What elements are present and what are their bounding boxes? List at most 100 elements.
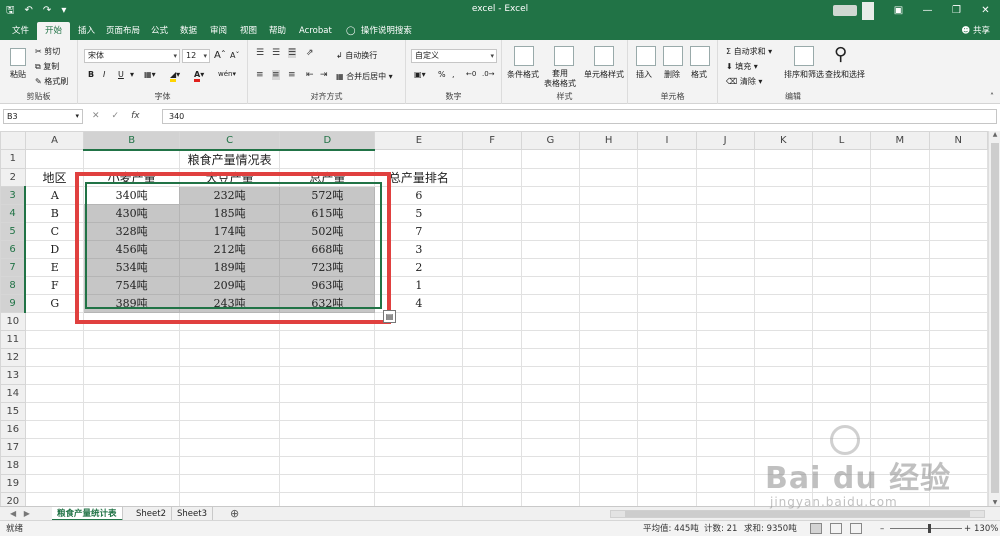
merge-center-button[interactable]: ▦ 合并后居中 ▾ <box>336 71 393 82</box>
cell[interactable] <box>870 419 930 439</box>
comma-button[interactable]: , <box>452 70 455 79</box>
data-cell[interactable]: 189吨 <box>178 257 281 277</box>
cell[interactable] <box>637 239 697 259</box>
cell[interactable] <box>279 383 376 403</box>
next-sheet-icon[interactable]: ▶ <box>24 509 30 518</box>
cell-e1[interactable] <box>374 149 464 169</box>
cell[interactable] <box>579 365 639 385</box>
cell[interactable] <box>753 437 813 457</box>
row-header[interactable]: 16 <box>0 419 26 439</box>
cell[interactable] <box>279 455 376 475</box>
cell[interactable] <box>462 203 522 223</box>
cell[interactable] <box>753 473 813 493</box>
cell[interactable] <box>520 167 581 187</box>
cell[interactable] <box>462 275 522 295</box>
row-header[interactable]: 18 <box>0 455 26 475</box>
row-header[interactable]: 17 <box>0 437 26 457</box>
cell[interactable] <box>753 203 813 223</box>
cell[interactable] <box>928 383 988 403</box>
format-cells-button[interactable]: 格式 <box>691 69 707 80</box>
normal-view-icon[interactable] <box>810 523 822 534</box>
cell[interactable] <box>520 401 581 421</box>
cell[interactable] <box>24 365 85 385</box>
cell[interactable] <box>83 437 180 457</box>
minimize-icon[interactable]: — <box>913 0 942 22</box>
data-cell[interactable]: 6 <box>374 185 464 205</box>
paste-button[interactable]: 粘贴 <box>10 69 26 80</box>
cell[interactable] <box>928 239 988 259</box>
cell[interactable] <box>520 365 581 385</box>
cell[interactable] <box>928 257 988 277</box>
column-header[interactable]: K <box>753 131 813 150</box>
copy-button[interactable]: ⧉ 复制 <box>35 61 59 72</box>
data-cell[interactable]: 209吨 <box>178 275 281 295</box>
cell[interactable] <box>695 365 755 385</box>
format-as-table-button[interactable]: 套用 表格格式 <box>544 69 576 89</box>
cell[interactable] <box>753 239 813 259</box>
row-header[interactable]: 4 <box>0 203 27 223</box>
cell[interactable] <box>178 383 281 403</box>
cell[interactable] <box>637 383 697 403</box>
cell[interactable] <box>83 383 180 403</box>
cell[interactable] <box>637 401 697 421</box>
cell[interactable] <box>695 185 755 205</box>
column-header[interactable]: A <box>24 131 85 150</box>
cell[interactable] <box>24 311 85 331</box>
cell[interactable] <box>178 491 281 506</box>
data-cell[interactable]: 174吨 <box>178 221 281 241</box>
close-icon[interactable]: ✕ <box>971 0 1000 22</box>
cell[interactable] <box>579 455 639 475</box>
cell[interactable] <box>928 329 988 349</box>
orientation-icon[interactable]: ⇗ <box>306 48 314 58</box>
cell[interactable] <box>178 455 281 475</box>
row-header[interactable]: 15 <box>0 401 26 421</box>
delete-cells-button[interactable]: 删除 <box>664 69 680 80</box>
cell[interactable] <box>811 329 872 349</box>
delete-cells-icon[interactable] <box>663 46 683 66</box>
data-cell[interactable]: 3 <box>374 239 464 259</box>
cell[interactable] <box>462 185 522 205</box>
cell[interactable] <box>579 383 639 403</box>
cell[interactable] <box>928 221 988 241</box>
data-cell[interactable]: 2 <box>374 257 464 277</box>
row-header[interactable]: 1 <box>0 149 26 169</box>
cell[interactable] <box>753 149 813 169</box>
cell[interactable] <box>462 365 522 385</box>
cell[interactable] <box>462 383 522 403</box>
data-cell[interactable]: 668吨 <box>279 239 376 259</box>
clear-button[interactable]: ⌫ 清除 ▾ <box>726 76 762 87</box>
cell[interactable] <box>24 383 85 403</box>
cell[interactable] <box>870 437 930 457</box>
cell[interactable] <box>520 293 581 313</box>
cell[interactable] <box>520 185 581 205</box>
row-header[interactable]: 12 <box>0 347 26 367</box>
cell[interactable] <box>374 365 464 385</box>
cell[interactable] <box>928 437 988 457</box>
cell[interactable] <box>870 383 930 403</box>
cell[interactable] <box>811 419 872 439</box>
cell-styles-button[interactable]: 单元格样式 <box>584 69 624 80</box>
cell[interactable] <box>753 329 813 349</box>
cell[interactable] <box>928 149 988 169</box>
number-format-select[interactable]: 自定义 ▾ <box>411 49 497 63</box>
font-size-select[interactable]: 12 ▾ <box>182 49 210 63</box>
data-cell[interactable]: B <box>24 203 85 223</box>
cell[interactable] <box>462 347 522 367</box>
row-header[interactable]: 13 <box>0 365 26 385</box>
cell[interactable] <box>637 257 697 277</box>
tab-help[interactable]: 帮助 <box>267 22 288 40</box>
format-table-icon[interactable] <box>554 46 574 66</box>
cell[interactable] <box>24 401 85 421</box>
cell[interactable] <box>83 347 180 367</box>
data-cell[interactable]: 456吨 <box>83 239 180 259</box>
row-header[interactable]: 8 <box>0 275 27 295</box>
cell[interactable] <box>928 491 988 506</box>
cell[interactable] <box>637 275 697 295</box>
cell[interactable] <box>870 149 930 169</box>
cell[interactable] <box>870 473 930 493</box>
cell[interactable] <box>279 419 376 439</box>
cell[interactable] <box>178 473 281 493</box>
cell[interactable] <box>811 293 872 313</box>
cell[interactable] <box>753 257 813 277</box>
scroll-thumb[interactable] <box>625 511 970 517</box>
